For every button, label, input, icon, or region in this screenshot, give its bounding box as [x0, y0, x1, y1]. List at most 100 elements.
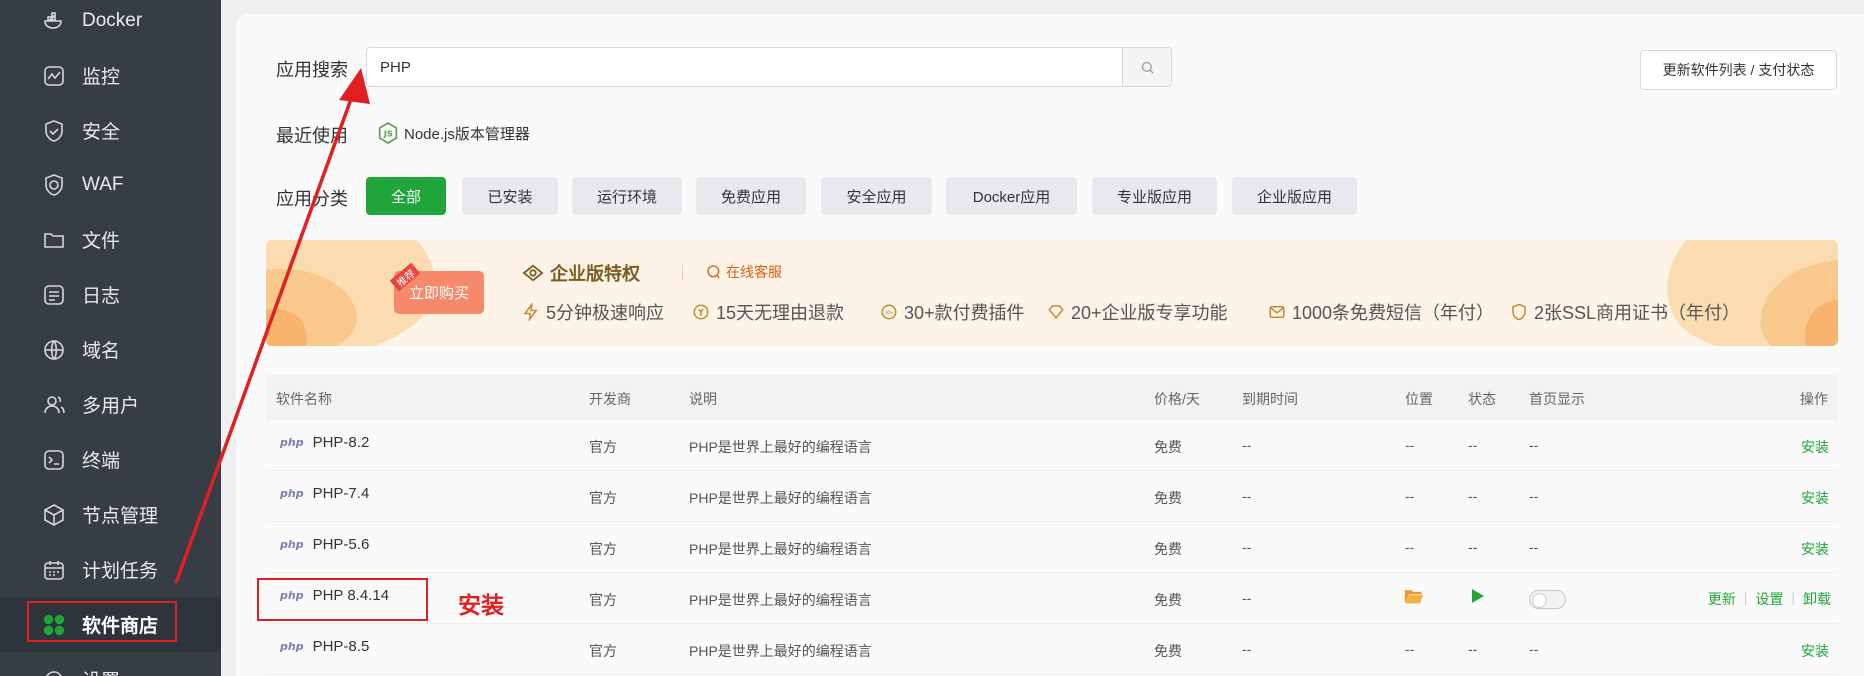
refund-icon — [693, 304, 709, 320]
location: -- — [1405, 539, 1415, 555]
install-button[interactable]: 安装 — [1801, 641, 1829, 661]
feature-label: 1000条免费短信（年付） — [1292, 303, 1495, 323]
sidebar-item-label: 多用户 — [82, 396, 140, 417]
col-status: 状态 — [1468, 391, 1496, 407]
monitor-icon — [41, 63, 67, 89]
docker-icon — [41, 8, 67, 34]
expire: -- — [1242, 539, 1252, 555]
annotation-box-php — [257, 578, 428, 621]
sidebar-item-terminal[interactable]: 终端 — [0, 432, 221, 487]
price: 免费 — [1154, 541, 1182, 557]
software-name: php PHP-5.6 — [280, 536, 369, 553]
sidebar-item-docker[interactable]: Docker — [0, 0, 221, 48]
sidebar-item-label: 终端 — [82, 451, 121, 472]
diamond-icon — [522, 264, 544, 282]
banner-divider — [682, 265, 683, 281]
sidebar-item-domain[interactable]: 域名 — [0, 322, 221, 377]
recent-item[interactable]: JS Node.js版本管理器 — [378, 122, 530, 144]
settings-button[interactable]: 设置 — [1755, 589, 1783, 609]
search-button[interactable] — [1122, 48, 1171, 86]
search-icon — [1141, 61, 1154, 74]
uninstall-button[interactable]: 卸载 — [1803, 589, 1831, 609]
tab-all[interactable]: 全部 — [366, 177, 446, 215]
install-button[interactable]: 安装 — [1801, 488, 1829, 508]
mail-icon — [1269, 306, 1285, 318]
tab-docker[interactable]: Docker应用 — [946, 177, 1077, 215]
nodejs-icon: JS — [378, 122, 398, 144]
col-location: 位置 — [1405, 391, 1433, 407]
status: -- — [1468, 641, 1478, 657]
home-display: -- — [1529, 641, 1539, 657]
search-box — [366, 47, 1172, 87]
lightning-icon — [523, 303, 538, 321]
feature-label: 5分钟极速响应 — [546, 303, 665, 323]
chat-icon — [707, 265, 720, 279]
search-input[interactable] — [367, 48, 1122, 86]
search-label: 应用搜索 — [276, 60, 348, 80]
sidebar-item-label: 设置 — [82, 666, 120, 676]
feature-sms: 1000条免费短信（年付） — [1268, 299, 1494, 325]
settings-icon — [41, 667, 67, 676]
sidebar-item-label: 监控 — [82, 67, 121, 88]
vendor: 官方 — [589, 643, 617, 659]
col-action: 操作 — [1800, 391, 1828, 407]
vendor: 官方 — [589, 439, 617, 455]
install-button[interactable]: 安装 — [1801, 539, 1829, 559]
sidebar-item-label: Docker — [82, 9, 143, 31]
expire: -- — [1242, 488, 1252, 504]
php-logo-icon: php — [280, 436, 304, 449]
enterprise-title: 企业版特权 — [522, 260, 640, 286]
col-expire: 到期时间 — [1242, 391, 1298, 407]
online-service-label: 在线客服 — [726, 264, 782, 280]
sidebar-item-files[interactable]: 文件 — [0, 212, 221, 267]
sidebar-item-nodes[interactable]: 节点管理 — [0, 487, 221, 542]
annotation-label: 安装 — [458, 592, 504, 618]
update-button[interactable]: 更新 — [1708, 589, 1736, 609]
main-panel: 应用搜索 更新软件列表 / 支付状态 最近使用 JS Node.js版本管理器 … — [236, 14, 1864, 676]
col-home: 首页显示 — [1529, 391, 1585, 407]
folder-icon — [41, 227, 67, 253]
tab-free[interactable]: 免费应用 — [696, 177, 806, 215]
feature-enterprise: 20+企业版专享功能 — [1047, 299, 1228, 325]
feature-ssl: 2张SSL商用证书（年付） — [1510, 299, 1740, 325]
table-row: php PHP-8.5 官方 PHP是世界上最好的编程语言 免费 -- -- --… — [266, 624, 1838, 675]
software-name-text: PHP-8.2 — [312, 434, 370, 451]
ssl-icon — [1512, 303, 1526, 321]
online-service-link[interactable]: 在线客服 — [706, 262, 782, 282]
price: 免费 — [1154, 439, 1182, 455]
description: PHP是世界上最好的编程语言 — [689, 490, 872, 506]
update-list-button[interactable]: 更新软件列表 / 支付状态 — [1640, 50, 1837, 90]
expire: -- — [1242, 437, 1252, 453]
plugin-icon: 30+ — [881, 304, 897, 320]
sidebar-item-logs[interactable]: 日志 — [0, 267, 221, 322]
sidebar-item-label: 日志 — [82, 286, 121, 307]
play-icon[interactable] — [1471, 588, 1485, 607]
sidebar-item-waf[interactable]: WAF — [0, 157, 221, 212]
sidebar-item-cron[interactable]: 计划任务 — [0, 542, 221, 597]
description: PHP是世界上最好的编程语言 — [689, 592, 872, 608]
table-row: php PHP-7.4 官方 PHP是世界上最好的编程语言 免费 -- -- --… — [266, 471, 1838, 522]
tab-runtime[interactable]: 运行环境 — [572, 177, 682, 215]
sidebar-item-settings[interactable]: 设置 — [0, 652, 221, 676]
vendor: 官方 — [589, 541, 617, 557]
install-button[interactable]: 安装 — [1801, 437, 1829, 457]
sidebar-item-users[interactable]: 多用户 — [0, 377, 221, 432]
recent-label: 最近使用 — [276, 126, 348, 146]
tab-security[interactable]: 安全应用 — [821, 177, 932, 215]
home-display-toggle[interactable] — [1529, 590, 1566, 609]
home-display: -- — [1529, 437, 1539, 453]
log-icon — [41, 282, 67, 308]
sidebar-item-security[interactable]: 安全 — [0, 103, 221, 158]
table-header: 软件名称 开发商 说明 价格/天 到期时间 位置 状态 首页显示 操作 — [266, 375, 1838, 420]
folder-open-icon[interactable] — [1404, 587, 1424, 608]
tab-installed[interactable]: 已安装 — [462, 177, 558, 215]
banner-decoration — [266, 240, 1838, 346]
table-row: php PHP-8.2 官方 PHP是世界上最好的编程语言 免费 -- -- --… — [266, 420, 1838, 471]
price: 免费 — [1154, 490, 1182, 506]
sidebar-item-monitor[interactable]: 监控 — [0, 48, 221, 103]
diamond-outline-icon — [1048, 305, 1064, 320]
tab-enterprise[interactable]: 企业版应用 — [1232, 177, 1357, 215]
description: PHP是世界上最好的编程语言 — [689, 439, 872, 455]
php-logo-icon: php — [280, 538, 304, 551]
tab-pro[interactable]: 专业版应用 — [1092, 177, 1217, 215]
